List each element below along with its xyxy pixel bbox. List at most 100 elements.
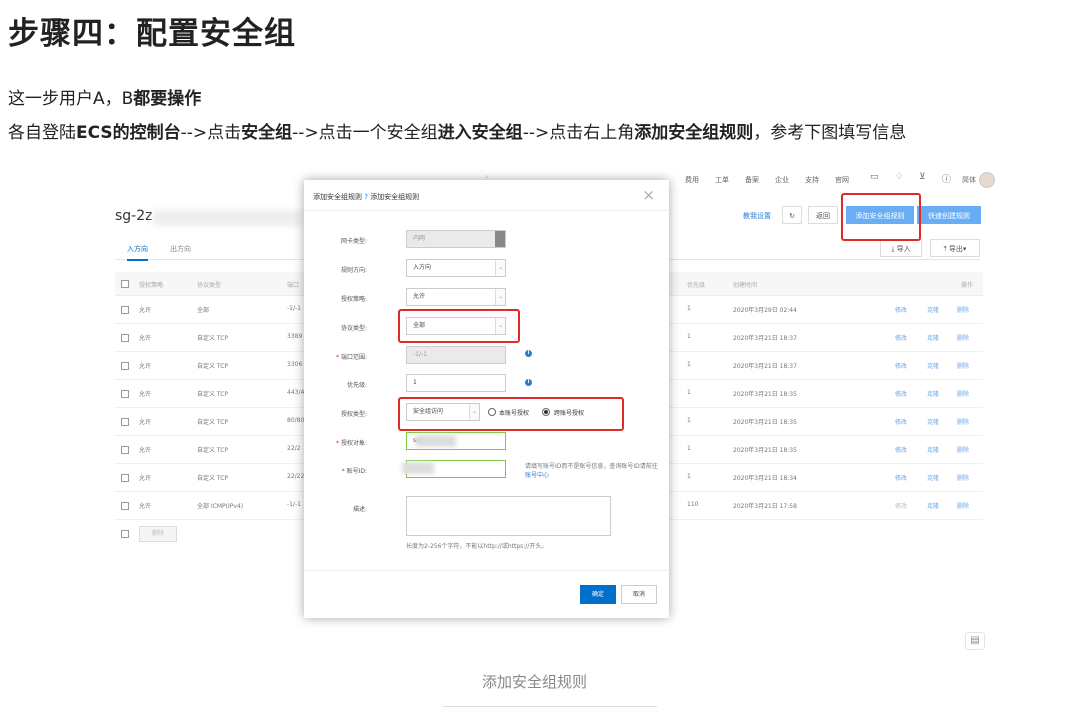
quick-create-button[interactable]: 快速创建规则 <box>917 206 981 224</box>
row-action-edit[interactable]: 修改 <box>895 389 907 398</box>
policy-value: 允许 <box>413 293 426 300</box>
select-all-checkbox[interactable] <box>121 280 129 288</box>
direction-label: 规则方向: <box>340 267 367 274</box>
row-action-edit[interactable]: 修改 <box>895 361 907 370</box>
row-action-clone[interactable]: 克隆 <box>927 333 939 342</box>
nic-type-label: 网卡类型: <box>340 238 367 245</box>
instr-bold-4: 添加安全组规则 <box>634 123 754 143</box>
row-action-delete[interactable]: 删除 <box>957 445 969 454</box>
cell-port: 3389 <box>287 333 303 340</box>
nav-item-website[interactable]: 官网 <box>835 175 849 185</box>
cell-port: 22/2 <box>287 445 301 452</box>
refresh-button[interactable]: ↻ <box>782 206 802 224</box>
help-icon[interactable]: ⓘ <box>942 172 951 185</box>
row-action-clone[interactable]: 克隆 <box>927 389 939 398</box>
step-intro-line: 这一步用户A，B都要操作 <box>8 84 201 109</box>
tab-inbound[interactable]: 入方向 <box>127 244 148 261</box>
row-action-edit[interactable]: 修改 <box>895 333 907 342</box>
port-input[interactable]: -1/-1 <box>406 346 506 364</box>
footer-select-checkbox[interactable] <box>121 530 129 538</box>
policy-select[interactable]: 允许 ⌄ <box>406 288 506 306</box>
cell-port: -1/-1 <box>287 501 301 508</box>
row-action-delete[interactable]: 删除 <box>957 389 969 398</box>
nav-item-language[interactable]: 简体 <box>962 175 976 185</box>
row-action-clone[interactable]: 克隆 <box>927 473 939 482</box>
import-button[interactable]: ⤓ 导入 <box>880 239 922 257</box>
cell-created: 2020年3月29日 02:44 <box>733 307 797 314</box>
row-action-delete[interactable]: 删除 <box>957 417 969 426</box>
row-action-clone[interactable]: 克隆 <box>927 445 939 454</box>
export-button[interactable]: ⤒ 导出▾ <box>930 239 980 257</box>
teach-me-link[interactable]: 教我设置 <box>743 211 771 221</box>
row-action-edit[interactable]: 修改 <box>895 473 907 482</box>
account-id-label-text: 账号ID: <box>346 468 367 475</box>
dialog-help-link[interactable]: 添加安全组规则 <box>370 193 419 201</box>
help-question-icon[interactable]: ? <box>364 193 368 201</box>
description-textarea[interactable] <box>406 496 611 536</box>
cell-created: 2020年3月21日 18:37 <box>733 335 797 342</box>
cancel-button[interactable]: 取消 <box>621 585 657 604</box>
row-action-delete[interactable]: 删除 <box>957 501 969 510</box>
row-action-edit[interactable]: 修改 <box>895 445 907 454</box>
row-action-delete[interactable]: 删除 <box>957 333 969 342</box>
row-action-clone[interactable]: 克隆 <box>927 501 939 510</box>
row-action-delete[interactable]: 删除 <box>957 305 969 314</box>
row-action-edit[interactable]: 修改 <box>895 417 907 426</box>
avatar[interactable] <box>979 172 995 188</box>
instr-text-3: -->点击一个安全组 <box>292 123 438 143</box>
back-button[interactable]: 返回 <box>808 206 838 224</box>
cart-icon[interactable]: ⊻ <box>919 172 926 182</box>
direction-select[interactable]: 入方向 ⌄ <box>406 259 506 277</box>
row-checkbox[interactable] <box>121 390 129 398</box>
chat-icon[interactable]: ▤ <box>965 632 985 650</box>
row-checkbox[interactable] <box>121 334 129 342</box>
row-action-delete[interactable]: 删除 <box>957 361 969 370</box>
cell-port: -1/-1 <box>287 305 301 312</box>
cell-priority: 1 <box>687 333 691 340</box>
row-checkbox[interactable] <box>121 306 129 314</box>
cell-priority: 1 <box>687 389 691 396</box>
cell-protocol: 自定义 TCP <box>197 363 229 370</box>
cell-policy: 允许 <box>139 503 152 510</box>
row-checkbox[interactable] <box>121 418 129 426</box>
nav-item-filing[interactable]: 备案 <box>745 175 759 185</box>
row-action-delete[interactable]: 删除 <box>957 473 969 482</box>
col-protocol: 协议类型 <box>197 282 222 289</box>
row-checkbox[interactable] <box>121 446 129 454</box>
account-id-hint: 请填写账号ID而不是账号信息，查询账号ID请前往 账号中心 <box>525 462 660 480</box>
row-checkbox[interactable] <box>121 362 129 370</box>
row-action-clone[interactable]: 克隆 <box>927 417 939 426</box>
cell-policy: 允许 <box>139 419 152 426</box>
nav-item-tickets[interactable]: 工单 <box>715 175 729 185</box>
security-group-title: sg-2z <box>115 208 153 224</box>
row-checkbox[interactable] <box>121 474 129 482</box>
chevron-down-icon: ⌄ <box>495 289 505 305</box>
bell-icon[interactable]: ♢ <box>895 172 903 182</box>
tab-outbound[interactable]: 出方向 <box>170 244 191 254</box>
nav-item-fees[interactable]: 费用 <box>685 175 699 185</box>
auth-type-label: 授权类型: <box>340 411 367 418</box>
cell-created: 2020年3月21日 17:58 <box>733 503 797 510</box>
message-icon[interactable]: ▭ <box>870 172 879 182</box>
nic-type-select[interactable]: 内网 <box>406 230 506 248</box>
cell-priority: 1 <box>687 417 691 424</box>
cell-protocol: 自定义 TCP <box>197 475 229 482</box>
dialog-title-text: 添加安全组规则 <box>313 193 362 201</box>
ok-button[interactable]: 确定 <box>580 585 616 604</box>
cell-priority: 110 <box>687 501 699 508</box>
priority-input[interactable]: 1 <box>406 374 506 392</box>
row-checkbox[interactable] <box>121 502 129 510</box>
close-icon[interactable]: × <box>642 186 655 204</box>
nav-item-enterprise[interactable]: 企业 <box>775 175 789 185</box>
account-center-link[interactable]: 账号中心 <box>525 472 549 479</box>
policy-label: 授权策略: <box>340 296 367 303</box>
info-icon[interactable]: i <box>525 379 532 386</box>
row-action-clone[interactable]: 克隆 <box>927 361 939 370</box>
direction-value: 入方向 <box>413 264 432 271</box>
nav-item-support[interactable]: 支持 <box>805 175 819 185</box>
row-action-edit[interactable]: 修改 <box>895 501 907 510</box>
info-icon[interactable]: i <box>525 350 532 357</box>
row-action-edit[interactable]: 修改 <box>895 305 907 314</box>
batch-delete-button[interactable]: 删除 <box>139 526 177 542</box>
row-action-clone[interactable]: 克隆 <box>927 305 939 314</box>
